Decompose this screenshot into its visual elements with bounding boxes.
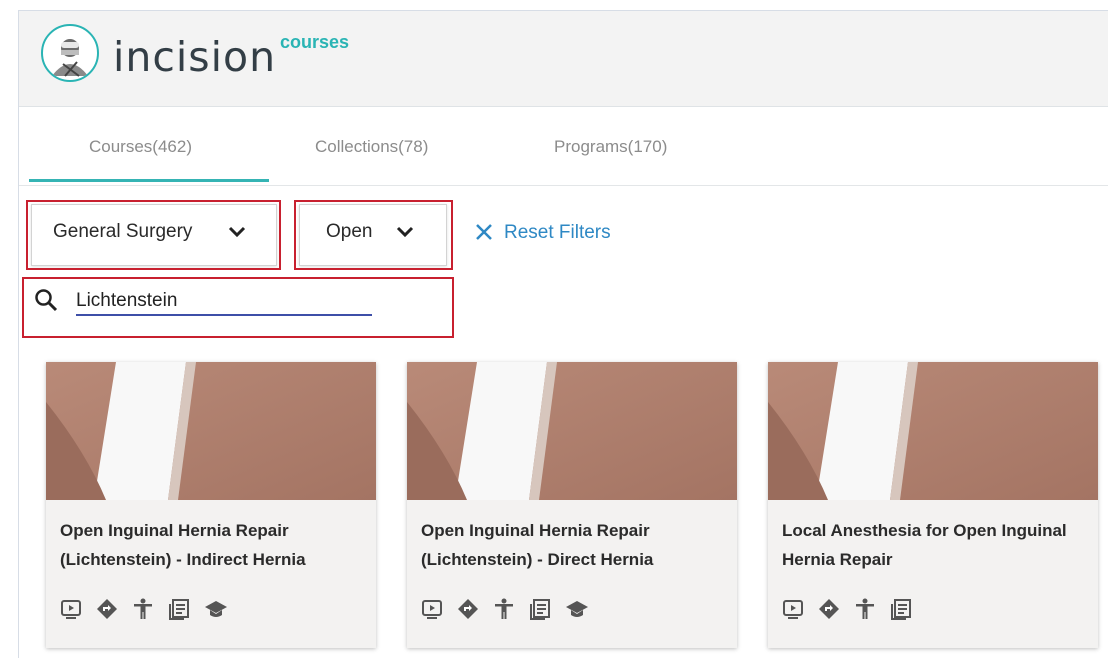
- graduation-cap-icon: [204, 598, 228, 625]
- video-icon: [60, 598, 82, 625]
- course-title[interactable]: Open Inguinal Hernia Repair (Lichtenstei…: [60, 516, 366, 574]
- close-icon: [474, 222, 494, 247]
- diamond-direction-icon: [96, 598, 118, 625]
- diamond-direction-icon: [818, 598, 840, 625]
- reset-filters-label: Reset Filters: [504, 222, 611, 243]
- document-icon: [529, 598, 551, 625]
- course-thumbnail: [46, 362, 376, 500]
- course-card[interactable]: Local Anesthesia for Open Inguinal Herni…: [768, 362, 1098, 648]
- logo-subtitle: courses: [280, 32, 350, 52]
- course-thumbnail: [407, 362, 737, 500]
- logo-wordmark: incision: [113, 33, 277, 81]
- active-tab-indicator: [29, 179, 269, 182]
- reset-filters-button[interactable]: Reset Filters: [474, 220, 624, 246]
- person-icon: [493, 598, 515, 625]
- tab-collections[interactable]: Collections(78): [315, 137, 428, 157]
- course-title[interactable]: Local Anesthesia for Open Inguinal Herni…: [782, 516, 1088, 574]
- course-title[interactable]: Open Inguinal Hernia Repair (Lichtenstei…: [421, 516, 727, 574]
- graduation-cap-icon: [565, 598, 589, 625]
- specialty-highlight-box: [26, 200, 281, 270]
- approach-highlight-box: [294, 200, 453, 270]
- tab-bar: Courses(462) Collections(78) Programs(17…: [19, 107, 1108, 186]
- document-icon: [890, 598, 912, 625]
- person-icon: [854, 598, 876, 625]
- search-input[interactable]: [76, 288, 372, 316]
- video-icon: [421, 598, 443, 625]
- course-card[interactable]: Open Inguinal Hernia Repair (Lichtenstei…: [46, 362, 376, 648]
- video-icon: [782, 598, 804, 625]
- search-icon: [34, 288, 58, 317]
- diamond-direction-icon: [457, 598, 479, 625]
- app-header: incision courses: [19, 11, 1108, 107]
- course-card[interactable]: Open Inguinal Hernia Repair (Lichtenstei…: [407, 362, 737, 648]
- tab-programs[interactable]: Programs(170): [554, 137, 667, 157]
- document-icon: [168, 598, 190, 625]
- person-icon: [132, 598, 154, 625]
- tab-courses[interactable]: Courses(462): [89, 137, 192, 157]
- course-thumbnail: [768, 362, 1098, 500]
- surgeon-logo-icon[interactable]: [41, 24, 99, 82]
